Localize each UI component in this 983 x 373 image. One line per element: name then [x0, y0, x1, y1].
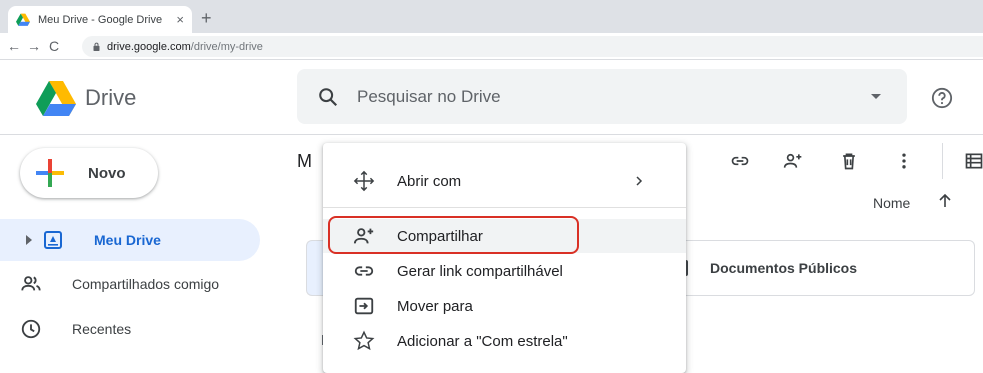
new-tab-button[interactable]: + [201, 8, 212, 29]
add-person-icon[interactable] [783, 151, 803, 171]
menu-item-move-to[interactable]: Mover para [323, 289, 686, 323]
my-drive-icon [44, 231, 62, 249]
help-icon[interactable] [931, 87, 953, 109]
menu-item-star[interactable]: Adicionar a "Com estrela" [323, 324, 686, 358]
lock-icon [93, 42, 100, 51]
drive-header: Drive Pesquisar no Drive [0, 60, 983, 135]
menu-item-open-with[interactable]: Abrir com [323, 164, 686, 198]
toolbar-divider [942, 143, 943, 179]
sort-up-arrow-icon[interactable] [937, 193, 953, 209]
open-with-icon [353, 170, 375, 192]
search-bar[interactable]: Pesquisar no Drive [297, 69, 907, 124]
browser-tab-strip: Meu Drive - Google Drive × + [0, 0, 983, 33]
new-button[interactable]: Novo [20, 148, 158, 198]
link-icon [354, 266, 374, 276]
plus-icon [36, 159, 64, 187]
star-icon [353, 330, 375, 351]
menu-item-label: Adicionar a "Com estrela" [397, 332, 568, 350]
context-menu: Abrir com Compartilhar Gerar link compar… [323, 143, 686, 373]
search-input[interactable]: Pesquisar no Drive [357, 87, 871, 107]
browser-tab[interactable]: Meu Drive - Google Drive × [8, 6, 192, 33]
browser-toolbar: ← → C drive.google.com/drive/my-drive [0, 33, 983, 60]
sidebar-item-recent[interactable]: Recentes [0, 308, 260, 350]
address-bar[interactable]: drive.google.com/drive/my-drive [82, 36, 983, 57]
app-name[interactable]: Drive [85, 85, 136, 111]
menu-item-get-link[interactable]: Gerar link compartilhável [323, 254, 686, 288]
chevron-right-icon [636, 176, 643, 186]
sidebar-item-label: Recentes [72, 321, 132, 337]
menu-item-label: Abrir com [397, 172, 462, 190]
folder-card[interactable]: Documentos Públicos [682, 240, 975, 296]
search-options-icon[interactable] [871, 94, 881, 99]
menu-separator [323, 207, 686, 208]
sidebar-item-shared[interactable]: Compartilhados comigo [0, 263, 260, 305]
menu-item-label: Gerar link compartilhável [397, 262, 563, 280]
forward-button[interactable]: → [24, 38, 44, 54]
trash-icon[interactable] [839, 151, 859, 171]
url-path: /drive/my-drive [190, 40, 263, 53]
tab-close-icon[interactable]: × [176, 12, 184, 27]
drive-logo-icon[interactable] [36, 81, 76, 117]
new-button-label: Novo [88, 164, 126, 182]
reload-button[interactable]: C [44, 38, 64, 54]
more-vert-icon[interactable] [894, 151, 914, 171]
annotation-highlight-box [328, 216, 579, 254]
link-icon[interactable] [730, 151, 750, 171]
folder-name: Documentos Públicos [710, 260, 858, 276]
move-to-icon [354, 297, 374, 315]
search-icon[interactable] [317, 86, 339, 108]
url-host: drive.google.com [107, 40, 191, 53]
shared-icon [21, 276, 41, 291]
clock-icon [21, 319, 41, 339]
drive-favicon-icon [16, 13, 30, 26]
tab-title: Meu Drive - Google Drive [38, 13, 163, 26]
sidebar-item-label: Compartilhados comigo [72, 276, 220, 292]
sidebar-item-my-drive[interactable]: Meu Drive [0, 219, 260, 261]
back-button[interactable]: ← [4, 38, 24, 54]
sort-label[interactable]: Nome [873, 195, 910, 211]
breadcrumb[interactable]: M [297, 151, 312, 172]
menu-item-label: Mover para [397, 297, 473, 315]
list-view-icon[interactable] [964, 151, 983, 171]
expand-arrow-icon[interactable] [26, 235, 32, 245]
sidebar-item-label: Meu Drive [94, 232, 161, 248]
